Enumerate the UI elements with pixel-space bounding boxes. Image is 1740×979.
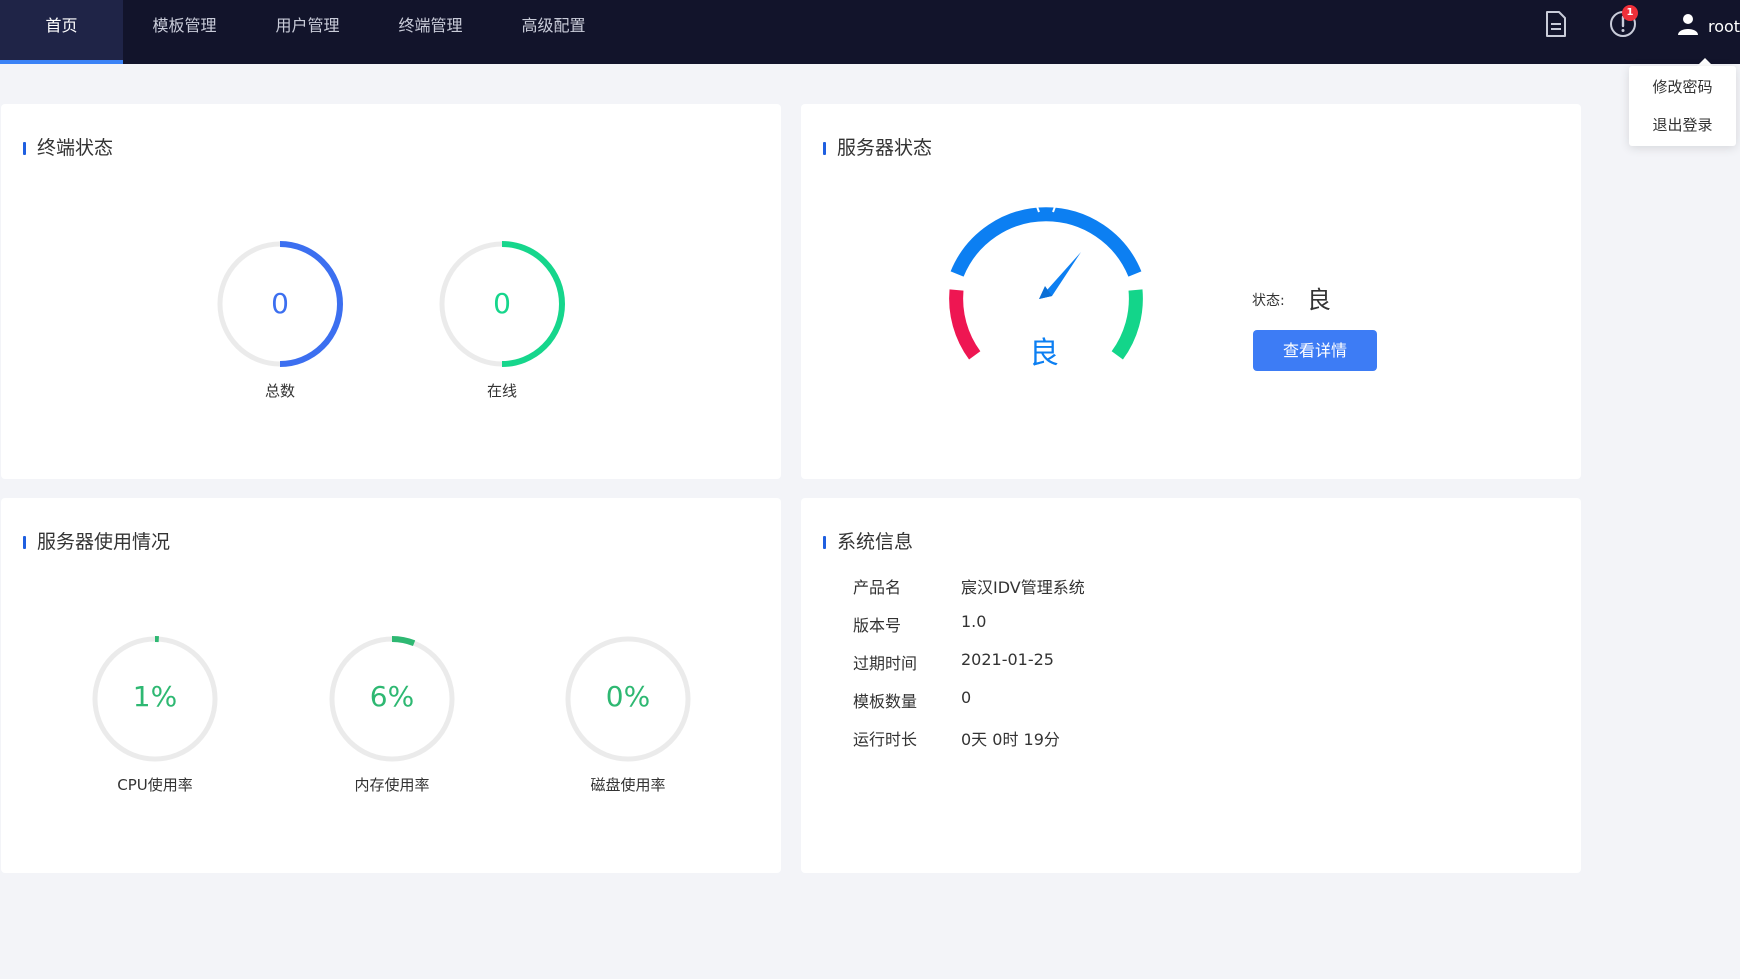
status-label: 状态:: [1252, 293, 1285, 309]
user-menu-trigger[interactable]: root: [1676, 10, 1740, 42]
change-password-item[interactable]: 修改密码: [1629, 68, 1736, 106]
nav-terminal-management[interactable]: 终端管理: [369, 0, 492, 64]
total-terminals-label: 总数: [264, 382, 295, 400]
info-value: 1.0: [961, 612, 987, 631]
alert-count-badge: 1: [1622, 5, 1638, 21]
online-terminals-label: 在线: [486, 382, 517, 400]
username: root: [1708, 16, 1740, 36]
info-key: 运行时长: [853, 730, 918, 749]
online-terminals-value: 0: [493, 287, 511, 320]
card-title: 系统信息: [823, 530, 913, 554]
dropdown-arrow: [1697, 58, 1713, 66]
info-value: 宸汉IDV管理系统: [961, 578, 1085, 597]
info-value: 0天 0时 19分: [961, 730, 1060, 749]
card-title: 服务器使用情况: [23, 530, 170, 554]
server-status-card: 服务器状态 良 状态: 良 查看详情: [801, 104, 1581, 479]
disk-usage-value: 0%: [605, 680, 651, 713]
info-key: 版本号: [853, 616, 902, 635]
cpu-usage-value: 1%: [132, 680, 178, 713]
user-dropdown-menu: 修改密码 退出登录: [1629, 66, 1736, 146]
status-value: 良: [1307, 286, 1331, 314]
total-terminals-value: 0: [271, 287, 289, 320]
view-details-button[interactable]: 查看详情: [1253, 330, 1377, 371]
gauge-center-text: 良: [1029, 336, 1059, 371]
info-value: 0: [961, 688, 972, 707]
card-title: 终端状态: [23, 136, 113, 160]
server-usage-card: 服务器使用情况 1% CPU使用率 6% 内存使用率 0% 磁盘使用率: [1, 498, 781, 873]
info-value: 2021-01-25: [961, 650, 1054, 669]
document-icon[interactable]: [1539, 8, 1571, 40]
nav-template-management[interactable]: 模板管理: [123, 0, 246, 64]
memory-usage-value: 6%: [369, 680, 415, 713]
top-navbar: 首页 模板管理 用户管理 终端管理 高级配置 1 root: [0, 0, 1740, 64]
card-title: 服务器状态: [823, 136, 932, 160]
user-icon: [1676, 12, 1700, 40]
info-key: 过期时间: [853, 654, 918, 673]
info-key: 产品名: [853, 578, 902, 597]
terminal-status-card: 终端状态 0 总数 0 在线: [1, 104, 781, 479]
info-key: 模板数量: [853, 692, 918, 711]
memory-ring-progress: [391, 635, 416, 647]
memory-usage-label: 内存使用率: [354, 776, 430, 794]
cpu-usage-label: CPU使用率: [117, 776, 193, 794]
nav-user-management[interactable]: 用户管理: [246, 0, 369, 64]
system-info-card: 系统信息 产品名 宸汉IDV管理系统 版本号 1.0 过期时间 2021-01-…: [801, 498, 1581, 873]
disk-usage-label: 磁盘使用率: [590, 776, 666, 794]
nav-home[interactable]: 首页: [0, 0, 123, 64]
logout-item[interactable]: 退出登录: [1629, 106, 1736, 144]
nav-advanced-config[interactable]: 高级配置: [492, 0, 615, 64]
